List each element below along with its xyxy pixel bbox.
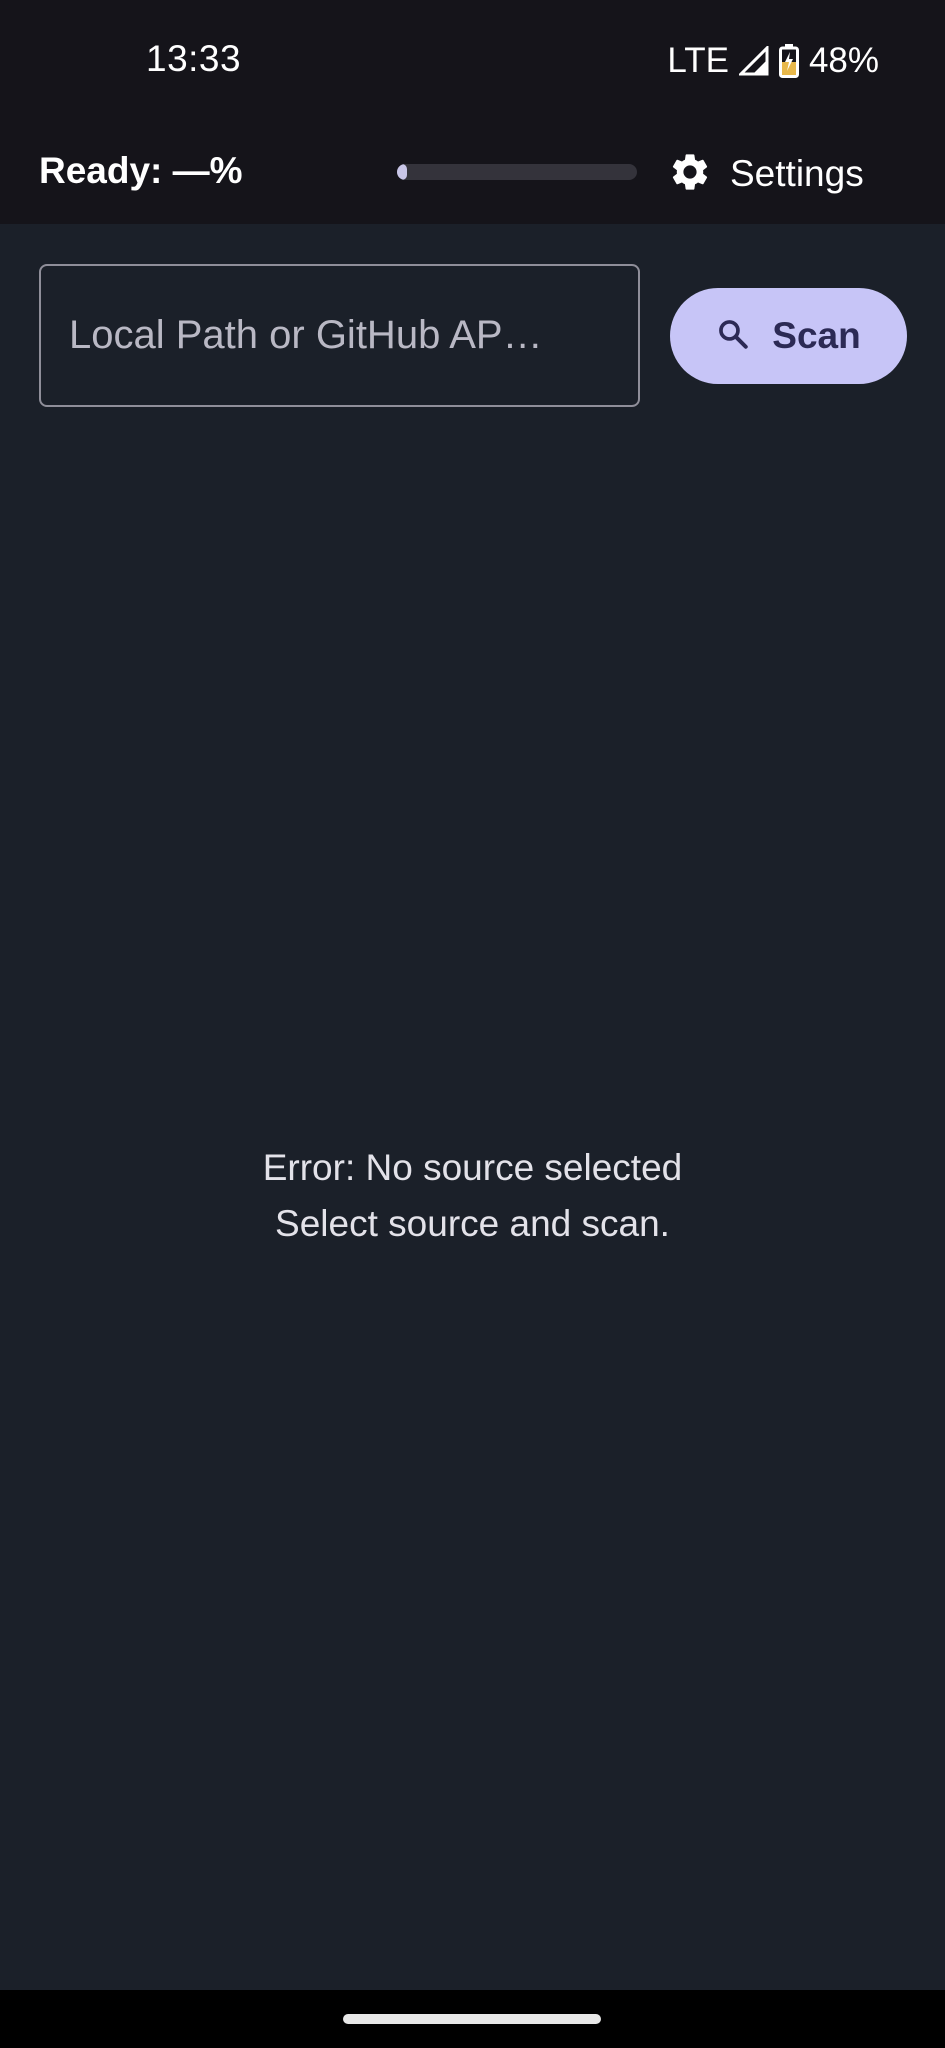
progress-fill (397, 164, 407, 180)
navigation-bar (0, 1990, 945, 2048)
home-indicator[interactable] (343, 2014, 601, 2024)
status-time: 13:33 (146, 38, 242, 79)
settings-button[interactable]: Settings (668, 148, 864, 200)
source-path-input[interactable] (69, 266, 629, 405)
source-path-field[interactable] (39, 264, 640, 407)
status-bar: 13:33 LTE 48% (0, 0, 945, 124)
error-message: Error: No source selected (262, 1147, 683, 1188)
status-message: Error: No source selected Select source … (0, 1140, 945, 1252)
hint-message: Select source and scan. (275, 1203, 670, 1244)
progress-bar (397, 164, 637, 180)
battery-level: 48% (808, 41, 879, 80)
gear-icon (668, 150, 712, 199)
app-bar: Ready: —% Settings (0, 124, 945, 224)
ready-status: Ready: —% (39, 150, 243, 191)
network-type: LTE (667, 41, 729, 80)
status-indicators: LTE 48% (667, 38, 879, 84)
scan-button[interactable]: Scan (670, 288, 907, 384)
settings-label: Settings (730, 153, 864, 194)
battery-charging-icon (778, 44, 799, 78)
search-icon (716, 317, 750, 356)
scan-label: Scan (772, 315, 861, 356)
signal-icon (738, 46, 769, 76)
